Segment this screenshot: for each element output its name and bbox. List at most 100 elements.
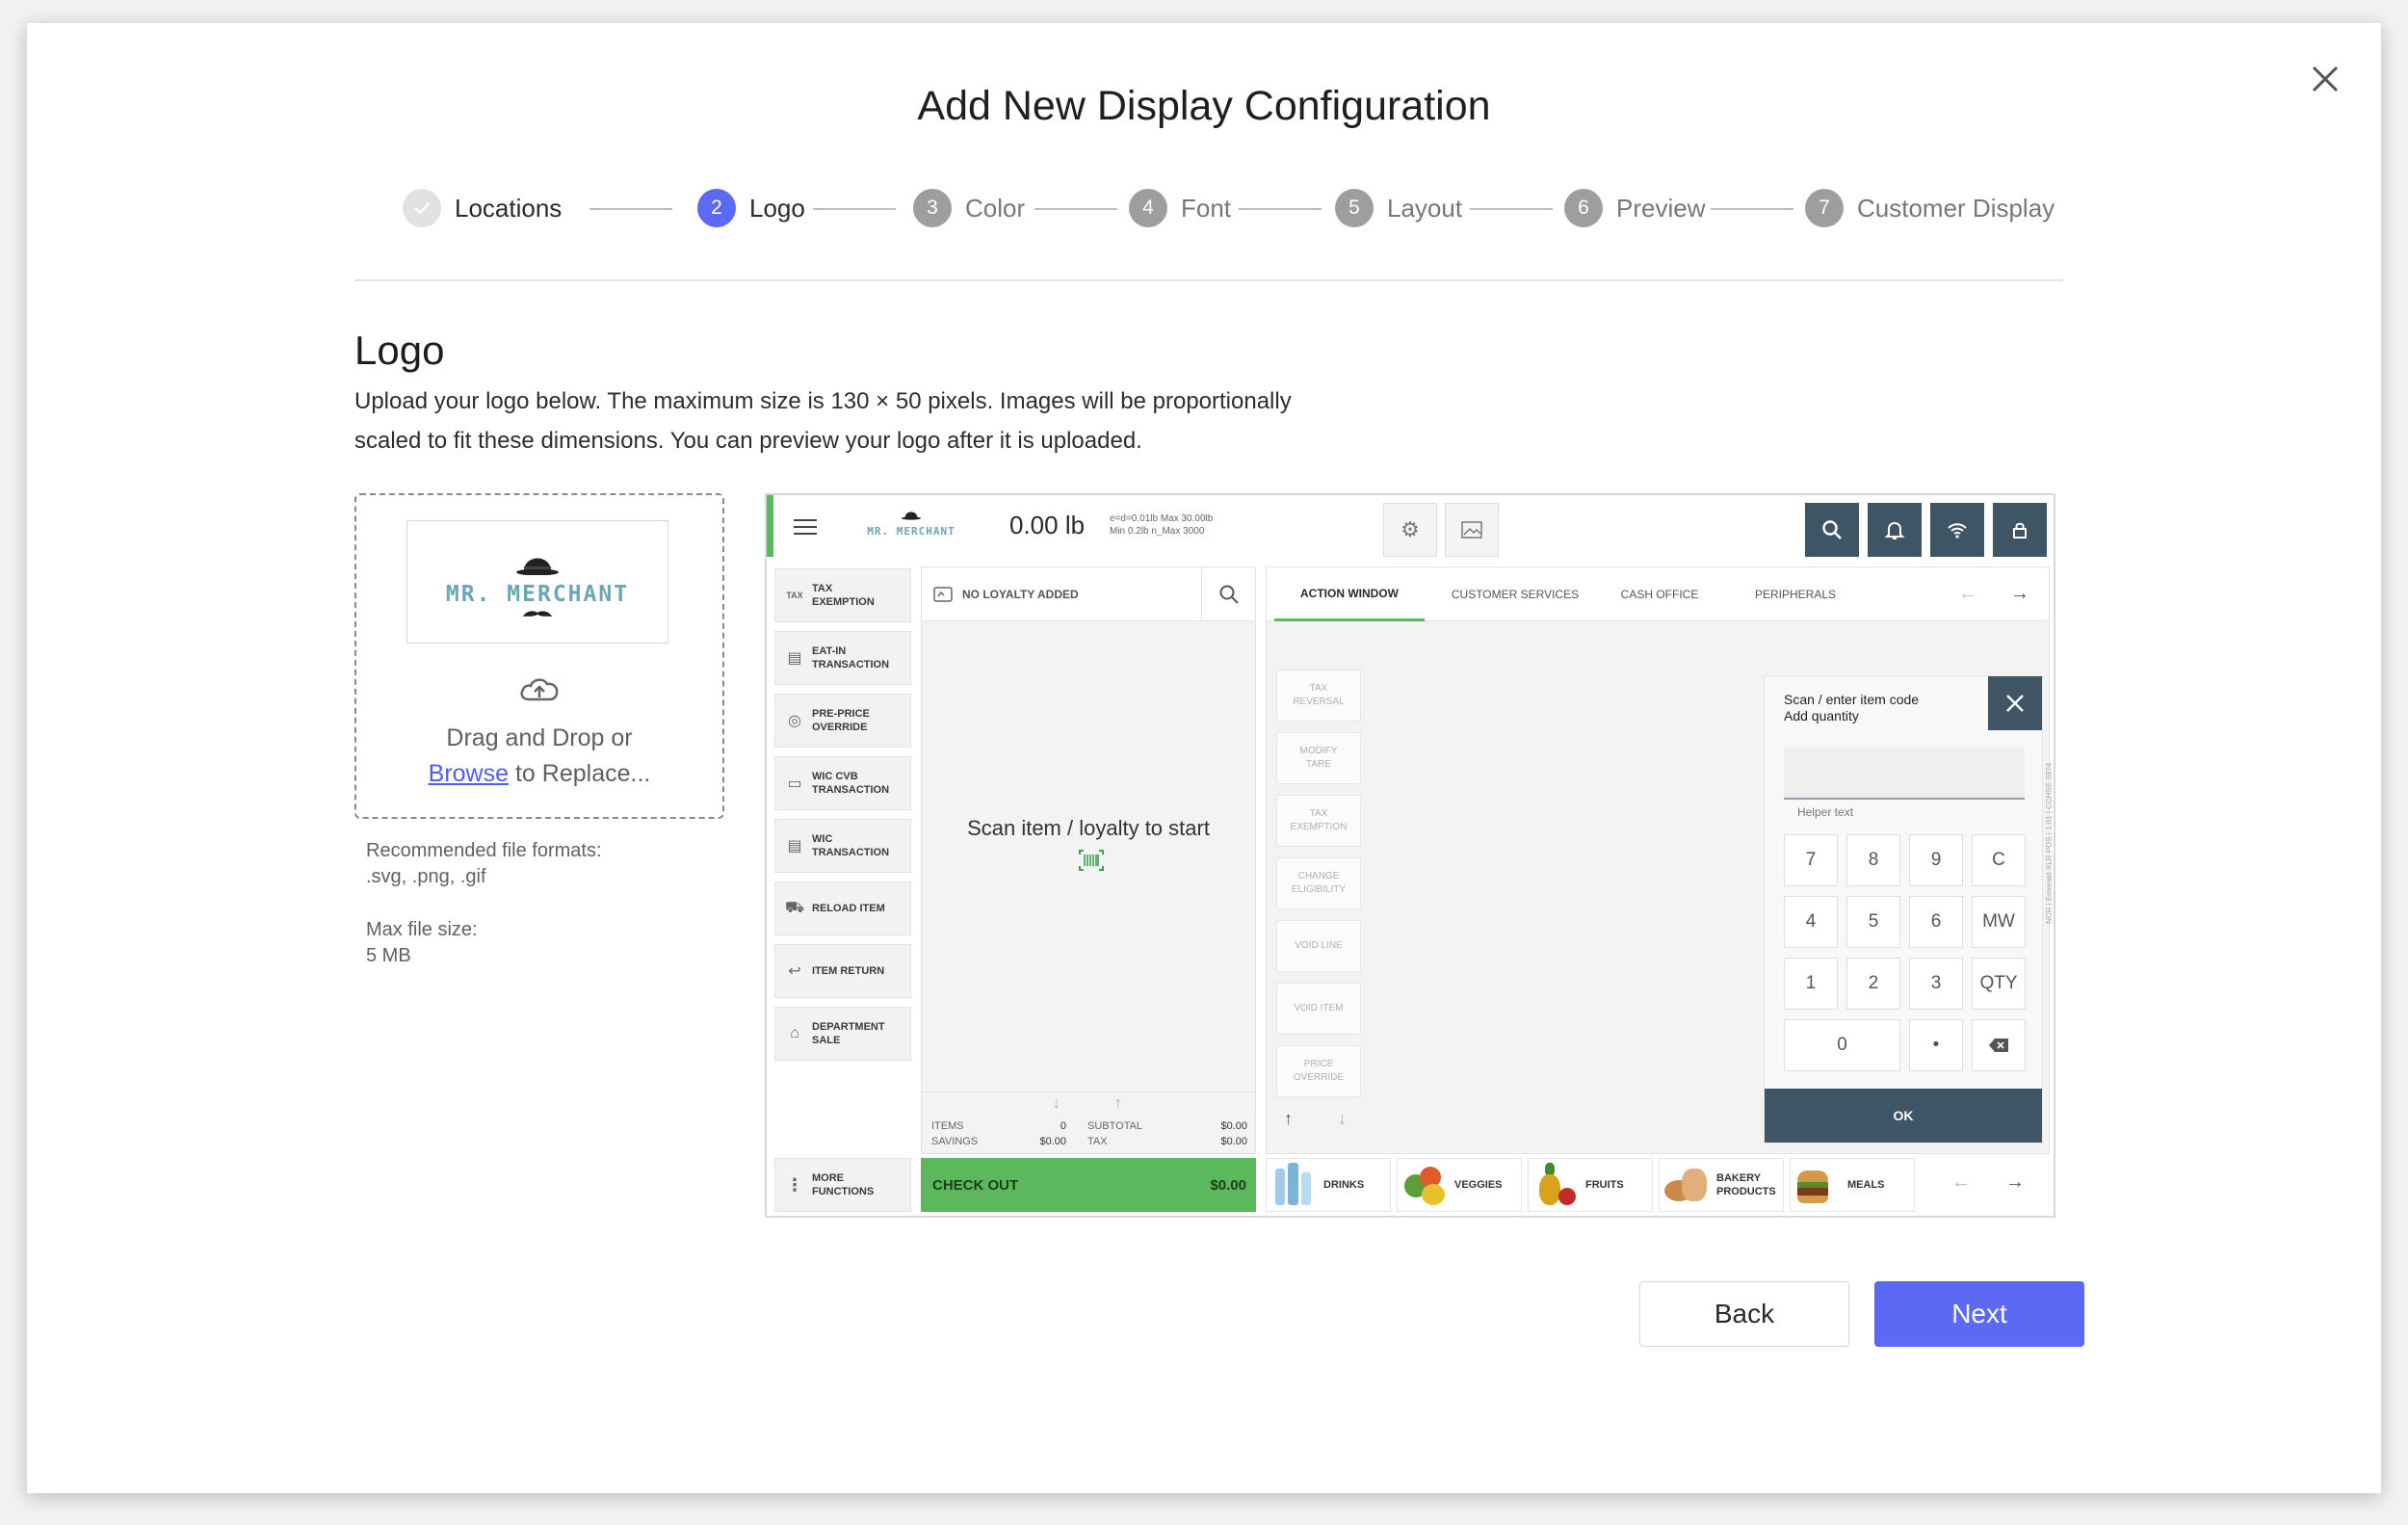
- totals-left-values: 0 $0.00: [1039, 1120, 1066, 1147]
- action-void-item[interactable]: VOID ITEM: [1276, 983, 1361, 1035]
- step-locations[interactable]: Locations: [403, 187, 562, 229]
- key-6[interactable]: 6: [1909, 896, 1963, 948]
- loyalty-bar[interactable]: NO LOYALTY ADDED: [922, 567, 1255, 621]
- step-logo[interactable]: 2 Logo: [697, 187, 805, 229]
- arrow-left-icon[interactable]: ←: [1958, 583, 1977, 605]
- action-void-line[interactable]: VOID LINE: [1276, 920, 1361, 972]
- ok-button[interactable]: OK: [1765, 1089, 2042, 1143]
- more-icon: ⋮: [786, 1174, 803, 1195]
- action-tax-reversal[interactable]: TAX REVERSAL: [1276, 670, 1361, 722]
- key-dot[interactable]: •: [1909, 1019, 1963, 1071]
- browse-link[interactable]: Browse: [429, 760, 509, 787]
- logo-dropzone[interactable]: MR. MERCHANT Drag and Drop or Browse to …: [354, 493, 724, 819]
- pos-function-item-return[interactable]: ↩ ITEM RETURN: [774, 944, 911, 998]
- device-info-vertical: NCR | Emerald XLR POS | 1.01 | CCHSE 087…: [2045, 762, 2054, 924]
- step-label: Color: [965, 193, 1026, 223]
- meals-image: [1793, 1161, 1842, 1209]
- barcode-icon: [1079, 850, 1104, 871]
- drinks-image: [1269, 1161, 1318, 1209]
- step-connector: [813, 208, 896, 210]
- tab-cash-office[interactable]: CASH OFFICE: [1602, 567, 1717, 621]
- tab-action-window[interactable]: ACTION WINDOW: [1274, 567, 1425, 621]
- search-icon[interactable]: [1805, 503, 1859, 557]
- wizard-stepper: Locations 2 Logo 3 Color 4 Font 5 Layout…: [403, 187, 2055, 235]
- status-accent: [767, 495, 773, 557]
- settings-icon[interactable]: ⚙: [1383, 503, 1437, 557]
- arrow-down-icon[interactable]: ↓: [1053, 1095, 1060, 1113]
- action-tax-exemption[interactable]: TAX EXEMPTION: [1276, 795, 1361, 847]
- category-veggies[interactable]: VEGGIES: [1397, 1158, 1522, 1212]
- key-clear[interactable]: C: [1972, 834, 2026, 886]
- pos-function-wic[interactable]: ▤ WIC TRANSACTION: [774, 819, 911, 873]
- pos-function-department-sale[interactable]: ⌂ DEPARTMENT SALE: [774, 1007, 911, 1061]
- pos-function-reload-item[interactable]: ⛟ RELOAD ITEM: [774, 881, 911, 935]
- step-connector: [1470, 208, 1553, 210]
- bell-icon[interactable]: [1868, 503, 1922, 557]
- arrow-down-icon[interactable]: ↓: [1338, 1109, 1347, 1129]
- step-label: Logo: [749, 193, 805, 223]
- key-8[interactable]: 8: [1846, 834, 1900, 886]
- totals-left: ITEMS SAVINGS: [931, 1120, 979, 1147]
- search-icon[interactable]: [1201, 567, 1255, 621]
- key-3[interactable]: 3: [1909, 958, 1963, 1010]
- step-number: 5: [1335, 189, 1374, 227]
- action-change-eligibility[interactable]: CHANGE ELIGIBILITY: [1276, 857, 1361, 909]
- step-font[interactable]: 4 Font: [1129, 187, 1231, 229]
- wifi-icon[interactable]: [1930, 503, 1984, 557]
- pos-function-eat-in[interactable]: ▤ EAT-IN TRANSACTION: [774, 631, 911, 685]
- action-modify-tare[interactable]: MODIFY TARE: [1276, 732, 1361, 784]
- arrow-right-icon[interactable]: →: [2010, 583, 2029, 605]
- checkout-button[interactable]: CHECK OUT $0.00: [921, 1158, 1256, 1212]
- key-1[interactable]: 1: [1784, 958, 1838, 1010]
- category-meals[interactable]: MEALS: [1790, 1158, 1915, 1212]
- step-label: Customer Display: [1857, 193, 2055, 223]
- step-layout[interactable]: 5 Layout: [1335, 187, 1462, 229]
- pos-function-wic-cvb[interactable]: ▭ WIC CVB TRANSACTION: [774, 756, 911, 810]
- arrow-up-icon[interactable]: ↑: [1114, 1095, 1122, 1113]
- pos-function-pre-price-override[interactable]: ◎ PRE-PRICE OVERRIDE: [774, 694, 911, 748]
- key-mw[interactable]: MW: [1972, 896, 2026, 948]
- step-connector: [1239, 208, 1322, 210]
- action-price-override[interactable]: PRICE OVERRIDE: [1276, 1045, 1361, 1097]
- key-4[interactable]: 4: [1784, 896, 1838, 948]
- department-icon: ⌂: [790, 1025, 799, 1041]
- category-bakery-products[interactable]: BAKERY PRODUCTS: [1659, 1158, 1784, 1212]
- backspace-icon[interactable]: [1972, 1019, 2026, 1071]
- bowler-hat-icon: [516, 558, 559, 576]
- pos-function-tax-exemption[interactable]: TAX TAX EXEMPTION: [774, 568, 911, 622]
- step-customer-display[interactable]: 7 Customer Display: [1805, 187, 2055, 229]
- card-icon: ▭: [787, 776, 802, 792]
- key-7[interactable]: 7: [1784, 834, 1838, 886]
- step-number: 7: [1805, 189, 1844, 227]
- key-2[interactable]: 2: [1846, 958, 1900, 1010]
- image-icon[interactable]: [1445, 503, 1499, 557]
- step-preview[interactable]: 6 Preview: [1564, 187, 1705, 229]
- arrow-left-icon[interactable]: ←: [1951, 1171, 1971, 1194]
- return-icon: ↩: [788, 963, 801, 980]
- item-code-input[interactable]: [1784, 748, 2025, 800]
- lock-icon[interactable]: [1993, 503, 2047, 557]
- close-icon[interactable]: [1988, 676, 2042, 730]
- pos-more-functions[interactable]: ⋮ MORE FUNCTIONS: [774, 1158, 911, 1212]
- tab-peripherals[interactable]: PERIPHERALS: [1733, 567, 1858, 621]
- key-0[interactable]: 0: [1784, 1019, 1900, 1071]
- category-fruits[interactable]: FRUITS: [1528, 1158, 1653, 1212]
- next-button[interactable]: Next: [1874, 1281, 2084, 1347]
- receipt-icon: ▤: [787, 838, 802, 855]
- step-label: Font: [1181, 193, 1232, 223]
- cart-icon: ⛟: [784, 900, 805, 916]
- key-qty[interactable]: QTY: [1972, 958, 2026, 1010]
- arrow-up-icon[interactable]: ↑: [1284, 1109, 1293, 1129]
- arrow-right-icon[interactable]: →: [2005, 1171, 2025, 1194]
- key-9[interactable]: 9: [1909, 834, 1963, 886]
- cloud-upload-icon: [520, 678, 559, 701]
- key-5[interactable]: 5: [1846, 896, 1900, 948]
- tab-customer-services[interactable]: CUSTOMER SERVICES: [1438, 567, 1592, 621]
- keypad-popup: Scan / enter item code Add quantity Help…: [1764, 675, 2043, 1144]
- step-color[interactable]: 3 Color: [913, 187, 1025, 229]
- dropzone-text: Drag and Drop or Browse to Replace...: [428, 724, 651, 787]
- add-display-config-dialog: Add New Display Configuration Locations …: [27, 23, 2381, 1493]
- category-drinks[interactable]: DRINKS: [1266, 1158, 1391, 1212]
- back-button[interactable]: Back: [1639, 1281, 1849, 1347]
- mustache-icon: [523, 611, 552, 617]
